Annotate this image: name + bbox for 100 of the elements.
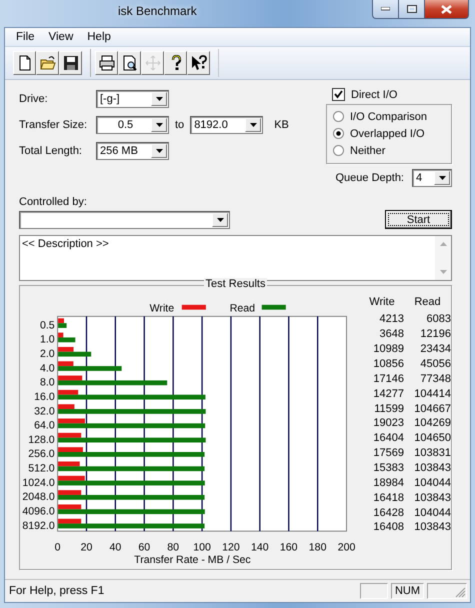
table-cell-text: 17146 [372,372,404,385]
table-cell-text: 103843 [413,492,451,504]
tick-label: 100 [193,541,211,554]
status-text: For Help, press F1 [9,585,106,597]
axis-label: 256.0 [28,448,55,460]
dropdown-arrow-icon[interactable] [156,149,162,153]
table-cell-text: 103843 [413,521,451,534]
axis-label: 4.0 [40,362,55,374]
tick-label: 180 [308,541,326,554]
tick-label: 60 [138,541,150,554]
radio-button[interactable] [333,111,344,122]
field-label: Queue Depth: [336,172,404,184]
checkbox[interactable] [332,88,345,101]
resize-grip-icon[interactable] [455,587,466,598]
tick-label: 160 [280,541,298,554]
table-cell-text: 104044 [413,506,451,519]
printer-icon [98,55,114,71]
field-label: to [175,119,184,131]
table-cell-text: 77348 [419,372,451,385]
table-cell-text: 103831 [413,447,451,460]
open-folder-icon [40,55,56,71]
num-lock-indicator: NUM [390,583,424,599]
axis-label: 32.0 [34,405,55,418]
table-cell-text: 19023 [372,417,404,430]
printer-button[interactable] [95,51,118,75]
table-cell-text: 10989 [372,343,404,356]
status-pane [360,583,388,599]
table-cell-text: 104414 [413,388,451,400]
minimize-button[interactable] [372,0,398,19]
radio-label: Neither [350,144,386,156]
tick-label: 80 [167,541,180,554]
dropdown-arrow-icon[interactable] [156,97,162,101]
axis-label: 512.0 [28,462,55,475]
column-header: Read [413,296,442,308]
table-cell-text: 11599 [373,402,404,415]
menu-item[interactable]: View [42,31,80,43]
question-mark-button[interactable] [164,51,187,75]
field-label: Total Length: [19,145,83,157]
table-cell-text: 104650 [413,432,451,444]
close-icon [441,4,452,14]
axis-label: 4096.0 [22,506,55,518]
axis-label: 128.0 [28,434,55,446]
tick-label: 200 [338,541,356,554]
table-cell-text: 6083 [426,313,451,326]
new-file-icon [16,55,32,71]
axis-label: 1024.0 [22,476,55,489]
table-cell-text: 12196 [419,328,451,340]
legend-label: Write [150,302,174,315]
table-cell-text: 23434 [419,343,451,356]
radio-label: I/O Comparison [350,110,428,122]
dropdown-arrow-icon[interactable] [156,123,162,127]
close-button[interactable] [424,0,469,19]
axis-label: 64.0 [34,420,55,432]
drive-dropdown[interactable]: [-g-] [96,90,169,108]
field-label: Drive: [19,93,49,105]
axis-label: 8192.0 [22,520,55,532]
field-label: Transfer Size: [19,119,88,131]
pointer-question-button[interactable] [187,51,210,75]
total-length-dropdown[interactable]: 256 MB [96,142,169,160]
table-cell-text: 16408 [372,521,404,534]
table-cell-text: 4213 [378,313,404,326]
column-header: Write [368,296,396,308]
axis-label: 2048.0 [22,491,55,504]
table-cell-text: 104044 [413,476,451,489]
menu-item[interactable]: Help [80,31,118,43]
tick-label: 20 [80,541,92,554]
table-cell-text: 16404 [372,432,404,444]
menu-item[interactable]: File [9,31,42,43]
minimize-icon [381,7,390,11]
axis-label: 2.0 [40,348,55,360]
tick-label: 140 [251,541,269,554]
new-file-button[interactable] [13,51,36,75]
controlled-by-dropdown[interactable] [19,210,230,228]
table-cell-text: 18984 [372,476,404,489]
dropdown-arrow-icon[interactable] [216,218,224,222]
table-cell-text: 14277 [372,388,404,400]
dropdown-arrow-icon[interactable] [438,176,446,180]
start-button[interactable]: Start [385,210,452,229]
tick-label: 120 [222,541,240,554]
tick-label: 0 [54,541,61,554]
open-folder-button[interactable] [36,51,59,75]
queue-depth-dropdown[interactable]: 4 [412,169,452,187]
floppy-disk-button[interactable] [59,51,82,75]
transfer-size-from-dropdown[interactable]: 0.5 [96,116,169,134]
legend-label: Read [230,302,256,315]
table-cell-text: 104667 [413,402,451,415]
axis-label: 8.0 [40,376,55,389]
dropdown-arrow-icon[interactable] [250,123,257,127]
transfer-size-to-dropdown[interactable]: 8192.0 [190,116,264,134]
table-cell-text: 3648 [378,328,404,340]
radio-label: Overlapped I/O [350,128,425,140]
maximize-button[interactable] [398,0,424,19]
unit-label: KB [274,119,289,131]
table-cell-text: 10856 [372,358,404,370]
table-cell-text: 15383 [372,462,404,474]
axis-label: 16.0 [34,390,55,403]
radio-button[interactable] [333,145,344,156]
print-preview-button[interactable] [118,51,141,75]
radio-button[interactable] [333,128,344,139]
table-cell-text: 103843 [413,462,451,474]
